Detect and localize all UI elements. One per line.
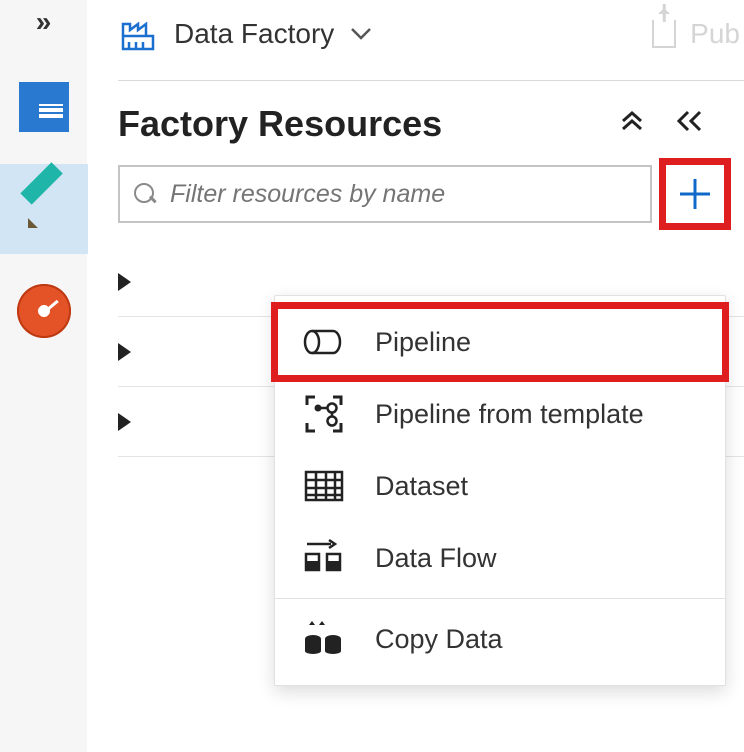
rail-home-button[interactable] — [0, 62, 88, 152]
triangle-right-icon — [118, 273, 131, 291]
gauge-icon — [17, 284, 71, 338]
resources-header: Factory Resources — [118, 103, 744, 145]
home-icon — [19, 82, 69, 132]
add-resource-menu: Pipeline Pipeline fro — [274, 295, 726, 686]
filter-input-wrapper[interactable] — [118, 165, 652, 223]
menu-label: Copy Data — [375, 624, 503, 655]
left-rail: » — [0, 0, 88, 752]
app-root: » Data Factory — [0, 0, 744, 752]
menu-item-data-flow[interactable]: Data Flow — [275, 522, 725, 594]
publish-label: Pub — [690, 18, 740, 50]
collapse-all-icon[interactable] — [620, 109, 644, 140]
menu-label: Pipeline from template — [375, 399, 644, 430]
publish-icon — [652, 20, 676, 48]
menu-divider — [275, 598, 725, 599]
search-icon — [134, 183, 156, 205]
hide-panel-icon[interactable] — [674, 109, 704, 140]
template-icon — [303, 393, 345, 435]
main-pane: Data Factory Pub Factory Resources — [88, 0, 744, 752]
filter-input[interactable] — [168, 179, 636, 210]
chevron-down-icon[interactable] — [350, 20, 372, 48]
copy-data-icon — [303, 618, 345, 660]
rail-author-button[interactable] — [0, 164, 88, 254]
pipeline-icon — [303, 321, 345, 363]
dataset-icon — [303, 465, 345, 507]
menu-label: Pipeline — [375, 327, 471, 358]
menu-label: Dataset — [375, 471, 468, 502]
publish-button: Pub — [652, 18, 744, 50]
menu-item-dataset[interactable]: Dataset — [275, 450, 725, 522]
menu-label: Data Flow — [375, 543, 497, 574]
resources-title: Factory Resources — [118, 103, 590, 145]
triangle-right-icon — [118, 413, 131, 431]
factory-dropdown-label[interactable]: Data Factory — [174, 18, 334, 50]
menu-item-copy-data[interactable]: Copy Data — [275, 603, 725, 675]
pencil-icon — [16, 181, 72, 237]
triangle-right-icon — [118, 343, 131, 361]
expand-rail-icon[interactable]: » — [36, 8, 52, 36]
filter-row — [118, 165, 744, 223]
factory-icon — [118, 14, 158, 54]
rail-monitor-button[interactable] — [0, 266, 88, 356]
menu-item-pipeline-from-template[interactable]: Pipeline from template — [275, 378, 725, 450]
top-bar: Data Factory Pub — [118, 14, 744, 81]
menu-item-pipeline[interactable]: Pipeline — [275, 306, 725, 378]
add-resource-button[interactable] — [666, 165, 724, 223]
dataflow-icon — [303, 537, 345, 579]
